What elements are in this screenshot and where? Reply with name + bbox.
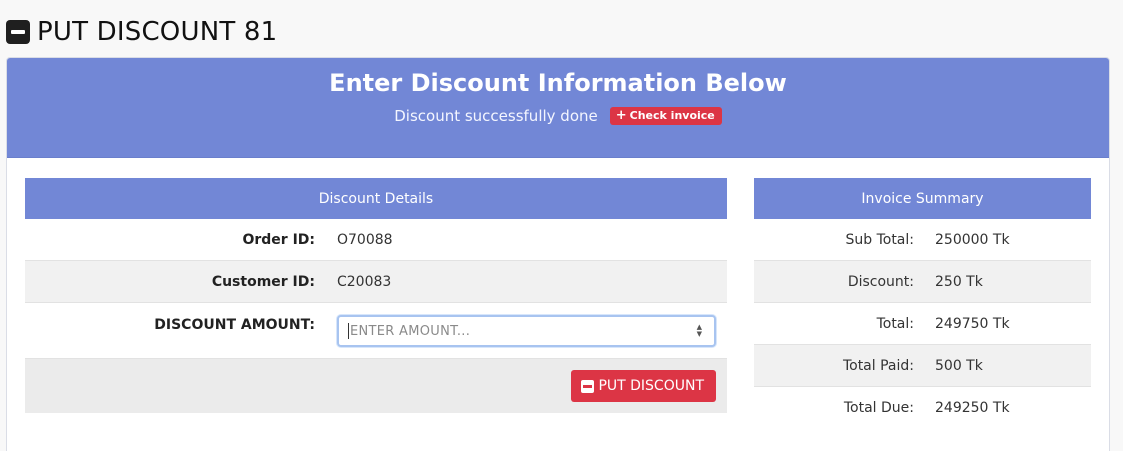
check-invoice-button[interactable]: + Check invoice [609, 107, 722, 125]
discount-details-panel: Discount Details Order ID: O70088 Custom… [25, 178, 727, 413]
plus-icon: + [615, 108, 627, 123]
discount-amount-label: DISCOUNT AMOUNT: [154, 317, 315, 333]
card-header: Enter Discount Information Below Discoun… [7, 58, 1109, 158]
summary-row: Total Due: 249250 Tk [754, 387, 1091, 429]
summary-row: Discount: 250 Tk [754, 261, 1091, 303]
put-discount-button[interactable]: PUT DISCOUNT [571, 370, 716, 402]
number-spinner-icon[interactable]: ▲ ▼ [697, 324, 702, 338]
status-line: Discount successfully done + Check invoi… [7, 107, 1109, 125]
discount-amount-placeholder: ENTER AMOUNT... [350, 323, 471, 339]
summary-label: Sub Total: [845, 231, 914, 248]
action-row: PUT DISCOUNT [25, 359, 727, 413]
summary-label: Total: [876, 315, 914, 332]
discount-card: Enter Discount Information Below Discoun… [6, 57, 1110, 451]
order-id-value: O70088 [337, 231, 393, 248]
invoice-summary-panel: Invoice Summary Sub Total: 250000 Tk Dis… [754, 178, 1091, 429]
summary-value: 250000 Tk [935, 231, 1010, 248]
discount-amount-row: DISCOUNT AMOUNT: ENTER AMOUNT... ▲ ▼ [25, 303, 727, 359]
summary-label: Discount: [847, 273, 914, 290]
check-invoice-label: Check invoice [629, 109, 715, 122]
customer-id-label: Customer ID: [211, 273, 315, 290]
discount-details-title: Discount Details [25, 178, 727, 219]
put-discount-label: PUT DISCOUNT [598, 378, 704, 394]
summary-label: Total Paid: [842, 357, 914, 374]
text-caret [348, 323, 349, 339]
summary-label: Total Due: [843, 400, 914, 416]
order-id-row: Order ID: O70088 [25, 219, 727, 261]
card-heading: Enter Discount Information Below [329, 69, 787, 97]
page-header: PUT DISCOUNT 81 [6, 14, 277, 50]
summary-value: 250 Tk [935, 273, 983, 290]
status-message: Discount successfully done [394, 107, 598, 125]
discount-amount-input[interactable]: ENTER AMOUNT... ▲ ▼ [337, 315, 716, 347]
order-id-label: Order ID: [242, 231, 315, 248]
customer-id-row: Customer ID: C20083 [25, 261, 727, 303]
summary-row: Total Paid: 500 Tk [754, 345, 1091, 387]
summary-row: Total: 249750 Tk [754, 303, 1091, 345]
summary-value: 249750 Tk [935, 315, 1010, 332]
summary-value: 249250 Tk [935, 400, 1010, 416]
summary-value: 500 Tk [935, 357, 983, 374]
invoice-summary-title: Invoice Summary [754, 178, 1091, 219]
minus-square-icon [581, 379, 595, 393]
summary-row: Sub Total: 250000 Tk [754, 219, 1091, 261]
customer-id-value: C20083 [337, 273, 392, 290]
page-title: PUT DISCOUNT 81 [37, 17, 278, 47]
collapse-minus-icon[interactable] [6, 20, 30, 44]
